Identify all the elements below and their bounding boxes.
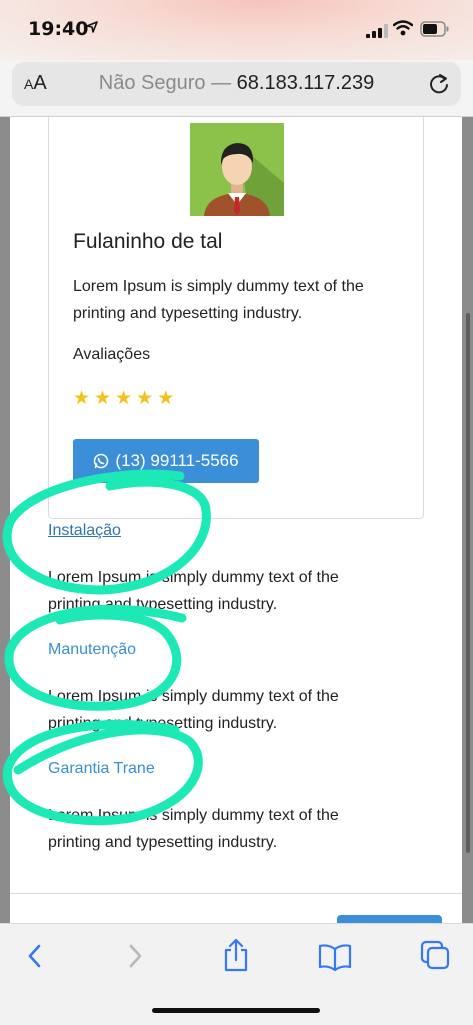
address-bar[interactable]: AA Não Seguro — 68.183.117.239	[12, 62, 461, 106]
star-icon: ★	[157, 388, 175, 409]
technician-card: Fulaninho de tal Lorem Ipsum is simply d…	[48, 117, 424, 519]
avatar	[190, 123, 284, 216]
back-icon[interactable]	[24, 941, 46, 971]
technician-description: Lorem Ipsum is simply dummy text of the …	[73, 278, 364, 322]
scrollbar[interactable]	[466, 313, 470, 853]
service-description: Lorem Ipsum is simply dummy text of the …	[48, 688, 339, 732]
web-viewport[interactable]: Fulaninho de tal Lorem Ipsum is simply d…	[0, 117, 473, 923]
service-description: Lorem Ipsum is simply dummy text of the …	[48, 569, 339, 613]
service-link-manutencao[interactable]: Manutenção	[48, 641, 136, 659]
battery-icon	[420, 21, 449, 37]
whatsapp-phone-button[interactable]: (13) 99111-5566	[73, 439, 259, 483]
security-warning: Não Seguro —	[98, 72, 237, 94]
bookmarks-icon[interactable]	[318, 943, 352, 971]
reload-icon[interactable]	[428, 73, 450, 95]
wifi-icon	[393, 20, 413, 36]
status-bar: 19:40	[0, 0, 473, 60]
share-icon[interactable]	[222, 938, 250, 972]
status-time: 19:40	[28, 18, 89, 40]
service-link-garantia[interactable]: Garantia Trane	[48, 760, 155, 778]
footer-divider	[10, 893, 462, 894]
url-field[interactable]: Não Seguro — 68.183.117.239	[12, 72, 461, 95]
home-indicator[interactable]	[152, 1008, 320, 1013]
tabs-icon[interactable]	[420, 940, 452, 972]
technician-name: Fulaninho de tal	[73, 230, 223, 253]
cellular-signal-icon	[366, 24, 388, 38]
service-link-instalacao[interactable]: Instalação	[48, 522, 121, 540]
footer-button[interactable]	[337, 915, 442, 923]
service-description: Lorem Ipsum is simply dummy text of the …	[48, 807, 339, 851]
whatsapp-icon	[94, 453, 109, 469]
reviews-label: Avaliações	[73, 346, 151, 363]
star-icon: ★	[136, 388, 154, 409]
star-icon: ★	[115, 388, 133, 409]
rating-stars: ★ ★ ★ ★ ★	[73, 389, 174, 409]
web-page: Fulaninho de tal Lorem Ipsum is simply d…	[10, 117, 462, 923]
phone-number: (13) 99111-5566	[115, 451, 239, 470]
forward-icon[interactable]	[124, 941, 146, 971]
url-host: 68.183.117.239	[236, 72, 375, 94]
star-icon: ★	[73, 388, 91, 409]
star-icon: ★	[94, 388, 112, 409]
location-arrow-icon	[86, 21, 98, 33]
